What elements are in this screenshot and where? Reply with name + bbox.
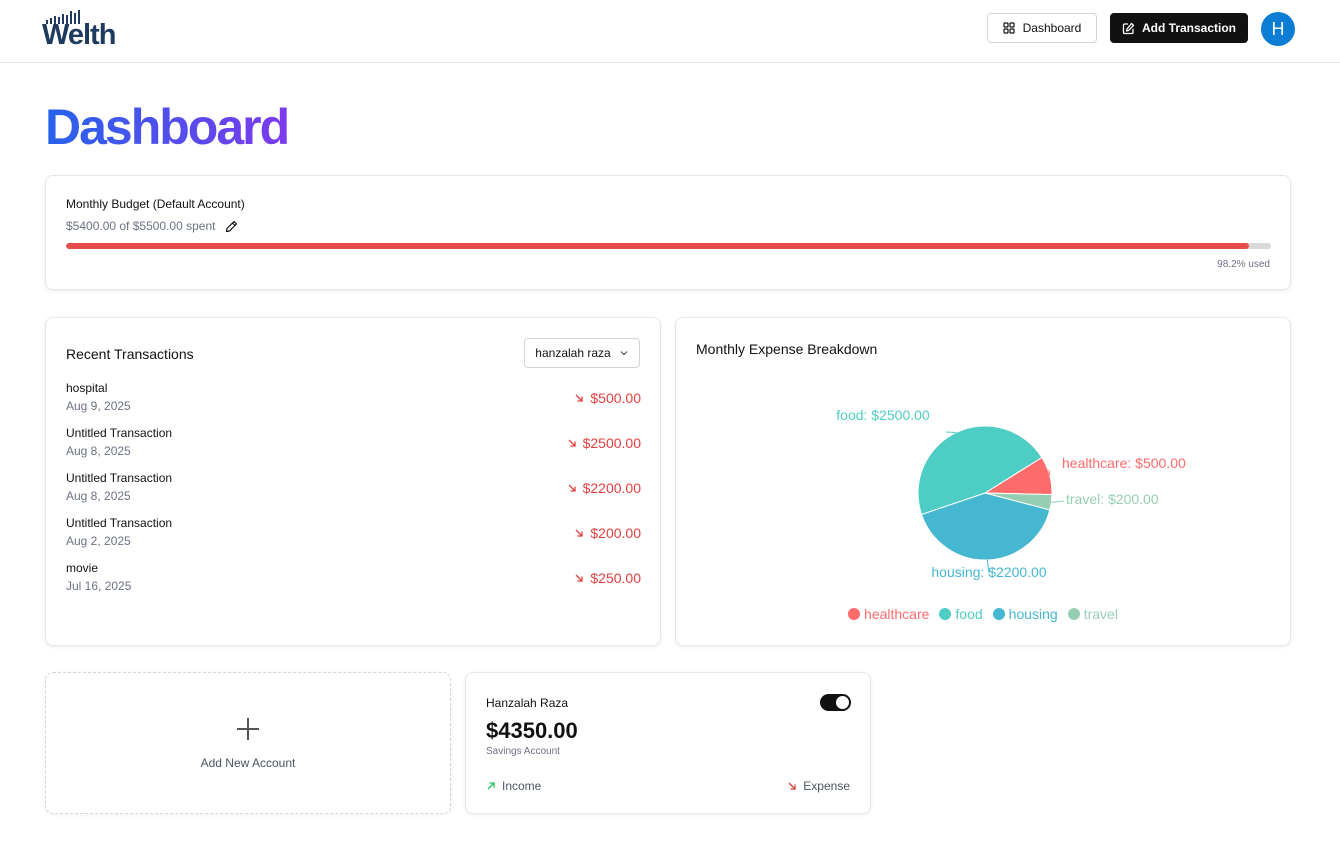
account-expense-label: Expense [803,779,850,793]
legend-label: housing [1008,606,1058,622]
pie-label-housing: housing: $2200.00 [931,564,1046,580]
page-title: Dashboard [45,96,290,158]
pie-leader-line-healthcare [1048,469,1051,476]
logo-text: Welth [42,19,116,51]
pie-label-healthcare: healthcare: $500.00 [1062,455,1186,471]
arrow-down-right-icon [575,574,584,582]
account-select-value: hanzalah raza [535,346,611,360]
account-expense: Expense [787,779,850,793]
transaction-row[interactable]: movie Jul 16, 2025 $250.00 [66,559,641,604]
legend-label: travel [1083,606,1118,622]
pie-leader-line-travel [1051,500,1065,503]
transaction-date: Aug 8, 2025 [66,444,131,458]
transaction-amount: $500.00 [574,390,641,406]
dashboard-button-label: Dashboard [1022,21,1082,35]
arrow-up-right-icon [487,782,495,790]
account-balance: $4350.00 [486,718,578,743]
legend-dot-icon [848,608,861,620]
legend-item-housing[interactable]: housing [992,606,1058,622]
budget-progress-track [66,243,1271,249]
transaction-amount: $250.00 [574,570,641,586]
transaction-date: Aug 9, 2025 [66,399,131,413]
transaction-row[interactable]: Untitled Transaction Aug 2, 2025 $200.00 [66,514,641,559]
account-type: Savings Account [486,746,560,757]
transaction-date: Jul 16, 2025 [66,579,132,593]
arrow-down-right-icon [575,394,584,402]
budget-progress-fill [66,243,1250,249]
transaction-amount-value: $200.00 [590,525,641,541]
add-transaction-label: Add Transaction [1141,21,1236,35]
budget-title: Monthly Budget (Default Account) [66,197,245,211]
arrow-down-right-icon [568,439,576,447]
legend-label: food [955,606,983,622]
transaction-amount: $2500.00 [567,435,641,451]
recent-transactions-card: Recent Transactions hanzalah raza hospit… [45,317,661,646]
transaction-name: Untitled Transaction [66,471,173,485]
pie-label-food: food: $2500.00 [836,407,930,423]
transaction-amount-value: $500.00 [590,390,641,406]
transaction-amount-value: $2500.00 [582,435,641,451]
user-avatar[interactable]: H [1261,12,1295,46]
transaction-amount: $200.00 [574,525,641,541]
welth-logo[interactable]: Welth [42,10,132,50]
account-name: Hanzalah Raza [486,696,569,710]
arrow-down-right-icon [575,529,584,537]
expense-breakdown-card: Monthly Expense Breakdown healthcare: $5… [675,317,1291,646]
transaction-row[interactable]: hospital Aug 9, 2025 $500.00 [66,379,641,424]
transaction-date: Aug 8, 2025 [66,489,131,503]
chevron-down-icon [620,351,628,356]
plus-icon [237,718,259,740]
transaction-row[interactable]: Untitled Transaction Aug 8, 2025 $2200.0… [66,469,641,514]
legend-item-food[interactable]: food [939,606,983,622]
transaction-date: Aug 2, 2025 [66,534,131,548]
toggle-knob [836,696,849,709]
add-new-account-label: Add New Account [200,756,296,770]
legend-dot-icon [939,608,952,620]
pen-square-icon [1122,22,1135,34]
transaction-amount-value: $2200.00 [582,480,641,496]
expense-pie-chart: healthcare: $500.00 travel: $200.00 housin… [836,407,1186,580]
transaction-row[interactable]: Untitled Transaction Aug 8, 2025 $2500.0… [66,424,641,469]
pie-label-travel: travel: $200.00 [1066,491,1159,507]
legend-item-travel[interactable]: travel [1067,606,1118,622]
legend-dot-icon [992,608,1005,620]
budget-spent-row: $5400.00 of $5500.00 spent [66,219,238,233]
legend-dot-icon [1067,608,1080,620]
transaction-name: Untitled Transaction [66,516,173,530]
add-new-account-card[interactable]: Add New Account [45,672,451,814]
arrow-down-right-icon [568,484,576,492]
budget-card: Monthly Budget (Default Account) $5400.0… [45,175,1291,290]
account-income-label: Income [502,779,542,793]
account-card[interactable]: Hanzalah Raza $4350.00 Savings Account I… [465,672,871,814]
arrow-down-right-icon [788,782,796,790]
budget-used-text: 98.2% used [1217,259,1270,270]
transaction-name: Untitled Transaction [66,426,173,440]
legend-item-healthcare[interactable]: healthcare [848,606,929,622]
pie-legend: healthcare food housing travel [676,606,1290,622]
account-select[interactable]: hanzalah raza [524,338,640,368]
transaction-name: hospital [66,381,108,395]
default-account-toggle[interactable] [820,694,851,711]
layout-grid-icon [1003,22,1015,34]
budget-spent-text: $5400.00 of $5500.00 spent [66,219,216,233]
transaction-amount-value: $250.00 [590,570,641,586]
edit-budget-pencil-icon[interactable] [225,220,238,233]
add-transaction-button[interactable]: Add Transaction [1110,13,1248,43]
top-header: Welth Dashboard Add Transaction H [0,0,1340,63]
transactions-list: hospital Aug 9, 2025 $500.00 Untitled Tr… [66,379,641,604]
account-income: Income [486,779,541,793]
transaction-name: movie [66,561,99,575]
legend-label: healthcare [864,606,930,622]
transaction-amount: $2200.00 [567,480,641,496]
recent-transactions-title: Recent Transactions [66,346,194,362]
dashboard-button[interactable]: Dashboard [987,13,1097,43]
